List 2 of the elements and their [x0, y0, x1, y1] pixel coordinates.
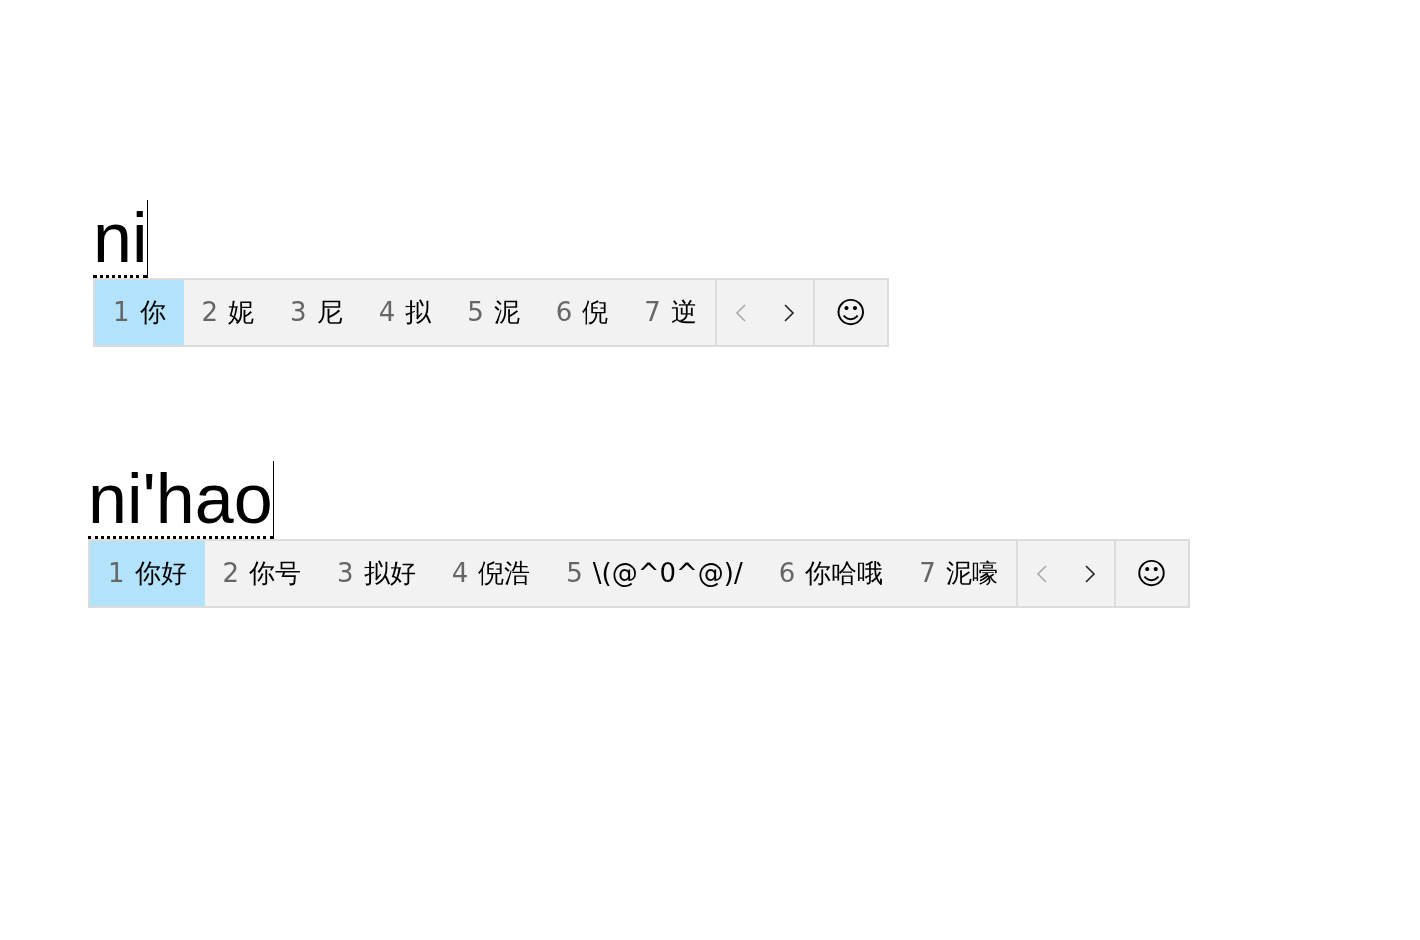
candidate-button[interactable]: 1 你好	[90, 541, 205, 606]
candidate-button[interactable]: 1 你	[95, 280, 184, 345]
